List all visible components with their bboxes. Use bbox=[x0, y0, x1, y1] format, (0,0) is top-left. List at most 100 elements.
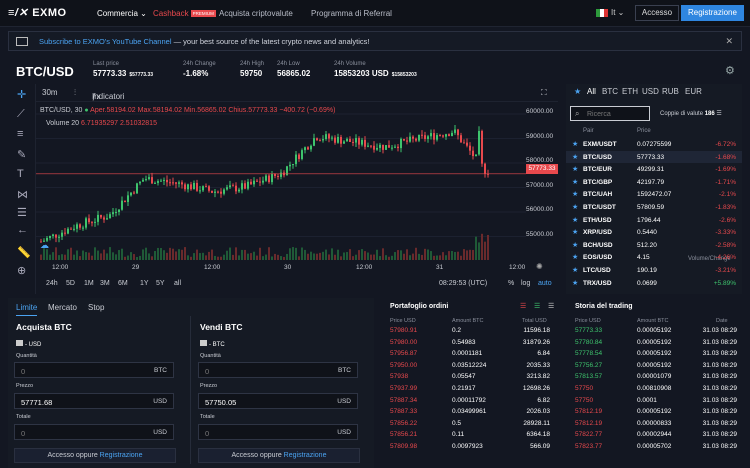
order-amount: 0.0097923 bbox=[452, 443, 483, 450]
market-row[interactable]: ★ BTC/UAH 1592472.07 -2.1% bbox=[566, 188, 742, 201]
market-row[interactable]: ★ LTC/USD 190.19 -3.21% bbox=[566, 264, 742, 277]
favorite-star-icon[interactable]: ★ bbox=[572, 266, 578, 274]
nav-acquista[interactable]: Acquista criptovalute bbox=[219, 9, 293, 18]
language-select[interactable]: It ⌄ bbox=[611, 8, 624, 17]
book-buy-view-icon[interactable]: ☰ bbox=[534, 302, 540, 310]
axis-settings-icon[interactable]: ✺ bbox=[536, 262, 543, 271]
order-row[interactable]: 57938 0.05547 3213.82 bbox=[390, 373, 550, 385]
range-24h[interactable]: 24h bbox=[46, 280, 58, 287]
market-row[interactable]: ★ EXM/USDT 0.07275599 -6.72% bbox=[566, 138, 742, 151]
favorite-star-icon[interactable]: ★ bbox=[572, 140, 578, 148]
order-row[interactable]: 57980.00 0.54983 31879.26 bbox=[390, 339, 550, 351]
book-sell-view-icon[interactable]: ☰ bbox=[520, 302, 526, 310]
market-row[interactable]: ★ ETH/USD 1796.44 -2.6% bbox=[566, 214, 742, 227]
buy-login-button[interactable]: Accesso oppure Registrazione bbox=[14, 448, 176, 463]
sell-login-button[interactable]: Accesso oppure Registrazione bbox=[198, 448, 360, 463]
favorite-star-icon[interactable]: ★ bbox=[572, 165, 578, 173]
market-row[interactable]: ★ BCH/USD 512.20 -2.58% bbox=[566, 239, 742, 252]
book-both-view-icon[interactable]: ☰ bbox=[548, 302, 554, 310]
market-row[interactable]: ★ BTC/GBP 42197.79 -1.71% bbox=[566, 176, 742, 189]
nav-commercia[interactable]: Commercia ⌄ bbox=[97, 9, 147, 18]
nav-referral[interactable]: Programma di Referral bbox=[311, 9, 392, 18]
order-row[interactable]: 57950.00 0.03512224 2035.33 bbox=[390, 362, 550, 374]
close-icon[interactable]: ✕ bbox=[725, 36, 733, 47]
pattern-icon[interactable]: ⋈ bbox=[17, 188, 28, 201]
range-5d[interactable]: 5D bbox=[66, 280, 75, 287]
ruler-icon[interactable]: 📏 bbox=[17, 246, 31, 259]
ray-icon[interactable]: ≡ bbox=[17, 128, 23, 140]
market-tab-btc[interactable]: BTC bbox=[602, 87, 618, 96]
range-1y[interactable]: 1Y bbox=[140, 280, 149, 287]
favorite-star-icon[interactable]: ★ bbox=[572, 241, 578, 249]
favorite-star-icon[interactable]: ★ bbox=[572, 279, 578, 287]
buy-qty-input[interactable]: 0 BTC bbox=[14, 362, 174, 378]
market-row[interactable]: ★ BTC/EUR 49299.31 -1.69% bbox=[566, 163, 742, 176]
range-1m[interactable]: 1M bbox=[84, 280, 94, 287]
text-icon[interactable]: T bbox=[17, 168, 24, 180]
range-6m[interactable]: 6M bbox=[118, 280, 128, 287]
order-row[interactable]: 57980.91 0.2 11596.18 bbox=[390, 327, 550, 339]
timeframe-select[interactable]: 30m bbox=[42, 88, 58, 97]
market-row[interactable]: ★ TRX/USD 0.0699 +5.89% bbox=[566, 277, 742, 290]
back-arrow-icon[interactable]: ← bbox=[17, 224, 28, 236]
register-button[interactable]: Registrazione bbox=[681, 5, 744, 21]
gear-icon[interactable]: ⚙ bbox=[725, 64, 735, 77]
market-search-input[interactable]: ⌕ Ricerca bbox=[570, 106, 650, 121]
order-row[interactable]: 57809.98 0.0097923 566.09 bbox=[390, 443, 550, 455]
order-row[interactable]: 57856.22 0.5 28928.11 bbox=[390, 420, 550, 432]
favorite-star-icon[interactable]: ★ bbox=[572, 190, 578, 198]
log-toggle[interactable]: log bbox=[521, 280, 530, 287]
favorite-star-icon[interactable]: ★ bbox=[572, 203, 578, 211]
col-price[interactable]: Price bbox=[637, 128, 651, 134]
market-tab-usd[interactable]: USD bbox=[642, 87, 659, 96]
market-row[interactable]: ★ BTC/USDT 57809.59 -1.83% bbox=[566, 201, 742, 214]
crosshair-icon[interactable]: ✛ bbox=[17, 88, 26, 101]
exmo-logo[interactable]: ≡/✕ EXMO bbox=[8, 6, 67, 19]
tab-stop[interactable]: Stop bbox=[88, 303, 104, 312]
sell-qty-input[interactable]: 0 BTC bbox=[198, 362, 358, 378]
nav-cashback[interactable]: Cashback PREMIUM bbox=[153, 9, 216, 18]
range-5y[interactable]: 5Y bbox=[156, 280, 165, 287]
order-row[interactable]: 57856.21 0.11 6364.18 bbox=[390, 431, 550, 443]
zoom-icon[interactable]: ⊕ bbox=[17, 264, 26, 277]
candle-type-icon[interactable]: ⫶ bbox=[74, 88, 76, 98]
favorite-star-icon[interactable]: ★ bbox=[572, 153, 578, 161]
italy-flag-icon[interactable] bbox=[596, 9, 608, 17]
fib-icon[interactable]: ☰ bbox=[17, 206, 27, 219]
favorite-star-icon[interactable]: ★ bbox=[572, 178, 578, 186]
favorite-star-icon[interactable]: ★ bbox=[572, 253, 578, 261]
market-row[interactable]: ★ BTC/USD 57773.33 -1.68% bbox=[566, 150, 742, 164]
fullscreen-icon[interactable]: ⛶ bbox=[541, 88, 547, 98]
percent-toggle[interactable]: % bbox=[508, 280, 514, 287]
login-button[interactable]: Accesso bbox=[635, 5, 679, 21]
market-tab-eur[interactable]: EUR bbox=[685, 87, 702, 96]
favorites-star-icon[interactable]: ★ bbox=[574, 87, 581, 96]
market-tab-rub[interactable]: RUB bbox=[662, 87, 679, 96]
candlestick-chart[interactable] bbox=[36, 102, 526, 260]
list-icon[interactable]: ☰ bbox=[716, 111, 721, 117]
buy-total-input[interactable]: 0 USD bbox=[14, 424, 174, 440]
order-row[interactable]: 57937.99 0.21917 12698.26 bbox=[390, 385, 550, 397]
order-row[interactable]: 57956.87 0.0001181 6.84 bbox=[390, 350, 550, 362]
buy-price-input[interactable]: 57771.68 USD bbox=[14, 393, 174, 409]
range-all[interactable]: all bbox=[174, 280, 181, 287]
market-row[interactable]: ★ XRP/USD 0.5440 -3.33% bbox=[566, 226, 742, 239]
tab-limite[interactable]: Limite bbox=[16, 303, 38, 316]
order-price: 57956.87 bbox=[390, 350, 418, 358]
order-row[interactable]: 57887.33 0.03499961 2026.03 bbox=[390, 408, 550, 420]
auto-toggle[interactable]: auto bbox=[538, 280, 552, 287]
brush-icon[interactable]: ✎ bbox=[17, 148, 26, 161]
range-3m[interactable]: 3M bbox=[100, 280, 110, 287]
favorite-star-icon[interactable]: ★ bbox=[572, 228, 578, 236]
sell-price-input[interactable]: 57750.05 USD bbox=[198, 393, 358, 409]
market-tab-eth[interactable]: ETH bbox=[622, 87, 638, 96]
col-pair[interactable]: Pair bbox=[583, 128, 594, 134]
tab-mercato[interactable]: Mercato bbox=[48, 303, 77, 312]
market-tab-all[interactable]: All bbox=[587, 87, 596, 96]
banner-link[interactable]: Subscribe to EXMO's YouTube Channel bbox=[39, 37, 171, 46]
favorite-star-icon[interactable]: ★ bbox=[572, 216, 578, 224]
trendline-icon[interactable]: ⟋ bbox=[17, 108, 25, 121]
market-row[interactable]: ★ EOS/USD 4.15 -4.26% bbox=[566, 251, 742, 264]
sell-total-input[interactable]: 0 USD bbox=[198, 424, 358, 440]
order-row[interactable]: 57887.34 0.00011792 6.82 bbox=[390, 397, 550, 409]
